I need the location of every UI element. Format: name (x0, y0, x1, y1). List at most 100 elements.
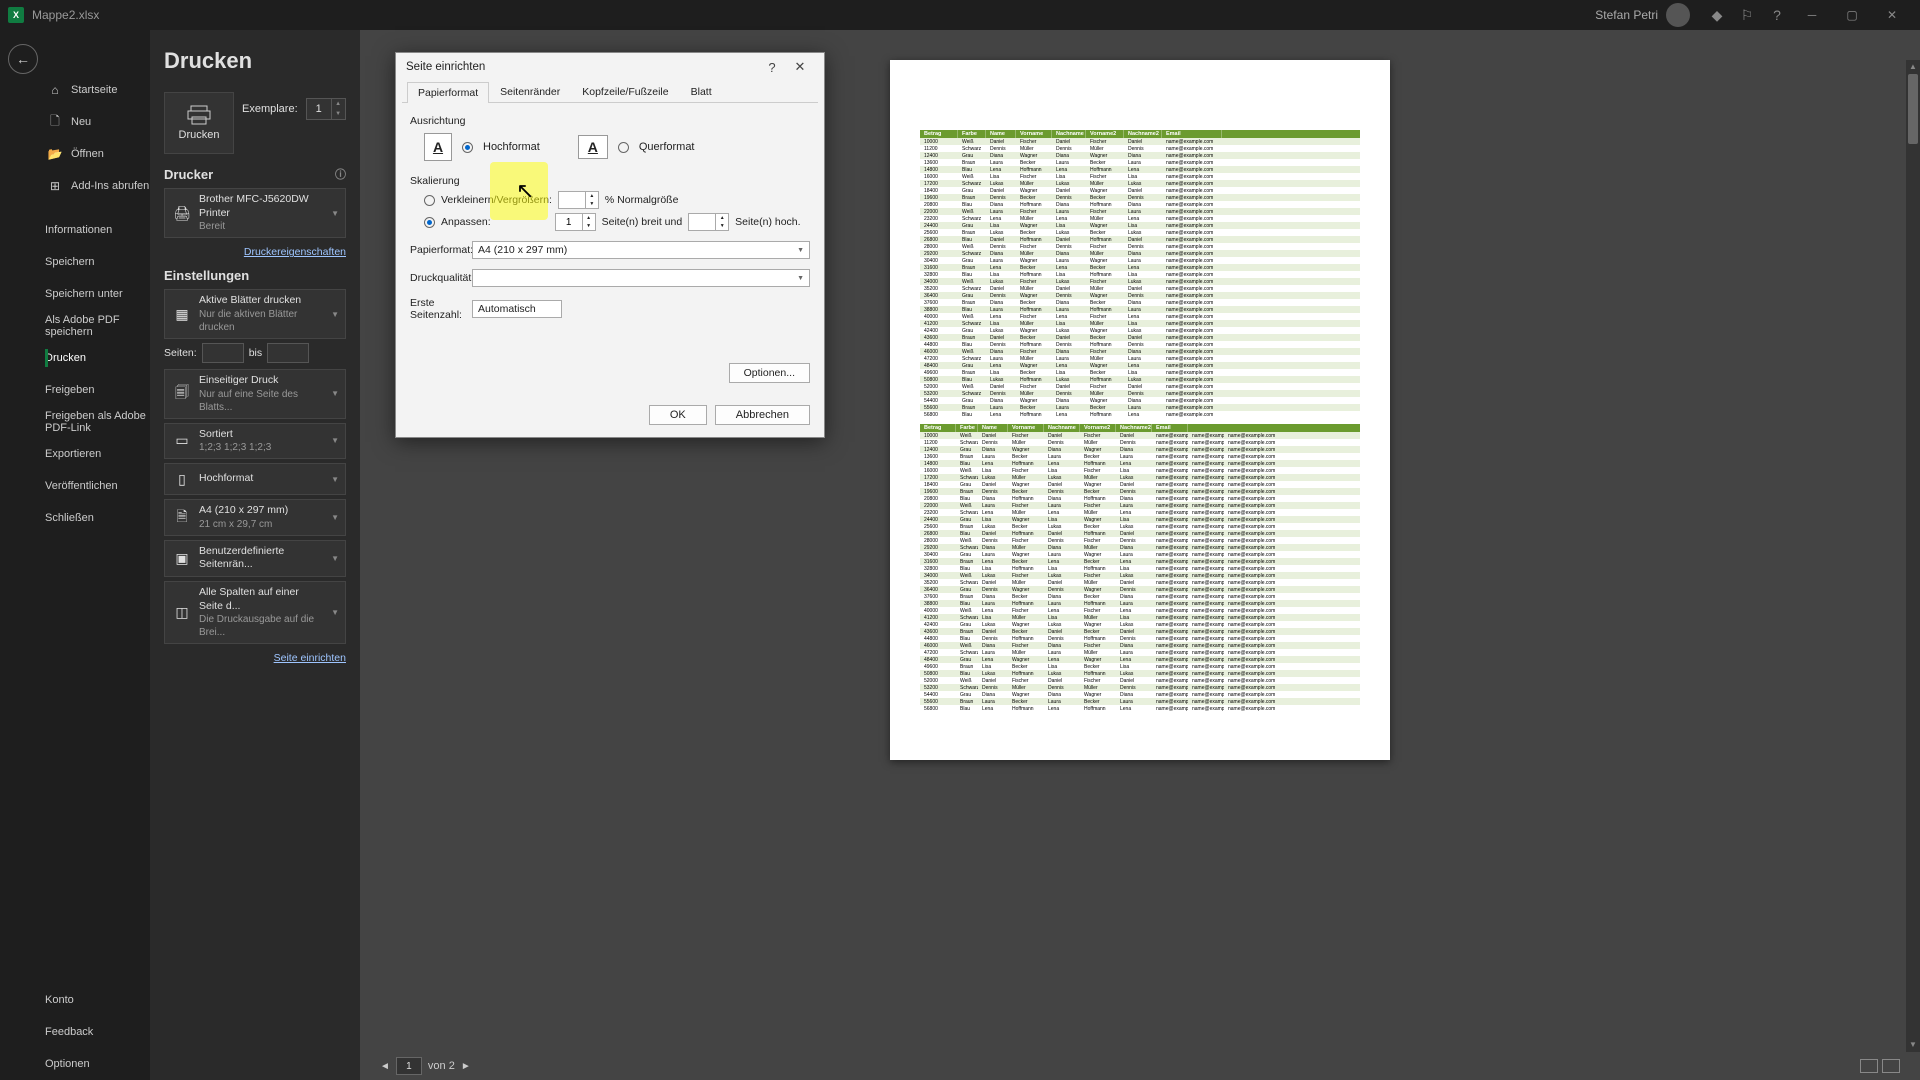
show-margins-button[interactable] (1860, 1059, 1878, 1073)
landscape-label: Querformat (639, 141, 695, 153)
nav-neu[interactable]: 🗋Neu (45, 106, 150, 138)
nav-konto[interactable]: Konto (45, 984, 150, 1016)
portrait-radio[interactable] (462, 142, 473, 153)
tab-blatt[interactable]: Blatt (680, 81, 723, 102)
page-title: Drucken (164, 48, 346, 74)
first-page-label: Erste Seitenzahl: (410, 297, 472, 321)
setting-combo-1[interactable]: 🗐Einseitiger DruckNur auf eine Seite des… (164, 369, 346, 419)
adjust-label: Verkleinern/Vergrößern: (441, 194, 552, 206)
fit-tall-label: Seite(n) hoch. (735, 216, 800, 228)
nav-feedback[interactable]: Feedback (45, 1016, 150, 1048)
scroll-thumb[interactable] (1908, 74, 1918, 144)
scale-pct-suffix: % Normalgröße (605, 194, 679, 206)
prev-page-button[interactable]: ◄ (380, 1061, 390, 1072)
pages-label: Seiten: (164, 347, 197, 359)
setting-combo-0[interactable]: ▦Aktive Blätter druckenNur die aktiven B… (164, 289, 346, 339)
landscape-radio[interactable] (618, 142, 629, 153)
pages-from-input[interactable] (202, 343, 244, 363)
feature-icon[interactable]: ◆ (1702, 7, 1732, 24)
copies-input[interactable] (307, 103, 331, 115)
nav-als-adobe-pdf-speichern[interactable]: Als Adobe PDF speichern (45, 310, 150, 342)
printer-icon (187, 105, 211, 125)
help-icon[interactable]: ? (1762, 7, 1792, 23)
portrait-icon: A (424, 133, 452, 161)
nav-freigeben[interactable]: Freigeben (45, 374, 150, 406)
copies-spinner[interactable]: ▲▼ (306, 98, 346, 120)
notification-icon[interactable]: ⚐ (1732, 7, 1762, 24)
maximize-button[interactable]: ▢ (1832, 8, 1872, 22)
page-setup-link[interactable]: Seite einrichten (274, 652, 346, 664)
scroll-down[interactable]: ▼ (1906, 1038, 1920, 1052)
nav-speichern[interactable]: Speichern (45, 246, 150, 278)
fit-radio[interactable] (424, 217, 435, 228)
minimize-button[interactable]: ─ (1792, 8, 1832, 22)
nav-veröffentlichen[interactable]: Veröffentlichen (45, 470, 150, 502)
printer-select[interactable]: 🖨 Brother MFC-J5620DW PrinterBereit ▼ (164, 188, 346, 238)
dialog-help-button[interactable]: ? (758, 60, 786, 75)
scroll-up[interactable]: ▲ (1906, 60, 1920, 74)
chevron-down-icon: ▼ (331, 209, 339, 218)
nav-startseite[interactable]: ⌂Startseite (45, 74, 150, 106)
nav-freigeben-als-adobe-pdf-link[interactable]: Freigeben als Adobe PDF-Link (45, 406, 150, 438)
tab-seitenrnder[interactable]: Seitenränder (489, 81, 571, 102)
zoom-page-button[interactable] (1882, 1059, 1900, 1073)
setting-combo-4[interactable]: 🗎A4 (210 x 297 mm)21 cm x 29,7 cm▼ (164, 499, 346, 536)
chevron-down-icon: ▼ (331, 436, 339, 445)
nav-speichern-unter[interactable]: Speichern unter (45, 278, 150, 310)
info-icon[interactable]: ⓘ (335, 166, 346, 182)
excel-icon: X (8, 7, 24, 23)
options-button[interactable]: Optionen... (729, 363, 810, 383)
paper-format-select[interactable]: A4 (210 x 297 mm)▼ (472, 241, 810, 259)
setting-combo-2[interactable]: ▭Sortiert1;2;3 1;2;3 1;2;3▼ (164, 423, 346, 460)
adjust-radio[interactable] (424, 195, 435, 206)
printer-status-icon: 🖨 (171, 202, 193, 224)
print-quality-label: Druckqualität: (410, 272, 472, 284)
setting-combo-3[interactable]: ▯Hochformat▼ (164, 463, 346, 495)
printer-heading: Drucker (164, 167, 213, 182)
back-button[interactable]: ← (8, 44, 38, 74)
scaling-label: Skalierung (410, 175, 810, 187)
nav-add-ins abrufen[interactable]: ⊞Add-Ins abrufen (45, 170, 150, 202)
chevron-down-icon: ▼ (331, 554, 339, 563)
page-number-input[interactable] (396, 1057, 422, 1075)
chevron-down-icon: ▼ (331, 513, 339, 522)
nav-öffnen[interactable]: 📂Öffnen (45, 138, 150, 170)
vertical-scrollbar[interactable]: ▲ ▼ (1906, 60, 1920, 1052)
username: Stefan Petri (1595, 8, 1658, 22)
next-page-button[interactable]: ► (461, 1061, 471, 1072)
fit-label: Anpassen: (441, 216, 491, 228)
nav-optionen[interactable]: Optionen (45, 1048, 150, 1080)
file-name: Mappe2.xlsx (32, 8, 99, 22)
nav-schließen[interactable]: Schließen (45, 502, 150, 534)
nav-informationen[interactable]: Informationen (45, 214, 150, 246)
close-button[interactable]: ✕ (1872, 8, 1912, 22)
chevron-down-icon: ▼ (331, 475, 339, 484)
orientation-label: Ausrichtung (410, 115, 810, 127)
first-page-input[interactable]: Automatisch (472, 300, 562, 318)
spin-down[interactable]: ▼ (331, 109, 345, 119)
copies-label: Exemplare: (242, 103, 298, 115)
tab-kopfzeilefuzeile[interactable]: Kopfzeile/Fußzeile (571, 81, 679, 102)
setting-combo-6[interactable]: ◫Alle Spalten auf einer Seite d...Die Dr… (164, 581, 346, 644)
ok-button[interactable]: OK (649, 405, 707, 425)
dialog-title: Seite einrichten (406, 61, 485, 73)
settings-heading: Einstellungen (164, 268, 249, 283)
scale-percent-spinner[interactable]: ▲▼ (558, 191, 599, 209)
printer-properties-link[interactable]: Druckereigenschaften (244, 246, 346, 258)
spin-up[interactable]: ▲ (331, 99, 345, 109)
tab-papierformat[interactable]: Papierformat (407, 82, 489, 103)
page-setup-dialog: Seite einrichten ? ✕ PapierformatSeitenr… (395, 52, 825, 438)
nav-exportieren[interactable]: Exportieren (45, 438, 150, 470)
print-button[interactable]: Drucken (164, 92, 234, 154)
nav-drucken[interactable]: Drucken (45, 342, 150, 374)
fit-wide-spinner[interactable]: ▲▼ (555, 213, 596, 231)
fit-tall-spinner[interactable]: ▲▼ (688, 213, 729, 231)
print-quality-select[interactable]: ▼ (472, 269, 810, 287)
chevron-down-icon: ▼ (331, 310, 339, 319)
cancel-button[interactable]: Abbrechen (715, 405, 810, 425)
setting-combo-5[interactable]: ▣Benutzerdefinierte Seitenrän...▼ (164, 540, 346, 577)
user-avatar[interactable] (1666, 3, 1690, 27)
chevron-down-icon: ▼ (331, 608, 339, 617)
dialog-close-button[interactable]: ✕ (786, 59, 814, 75)
pages-to-input[interactable] (267, 343, 309, 363)
